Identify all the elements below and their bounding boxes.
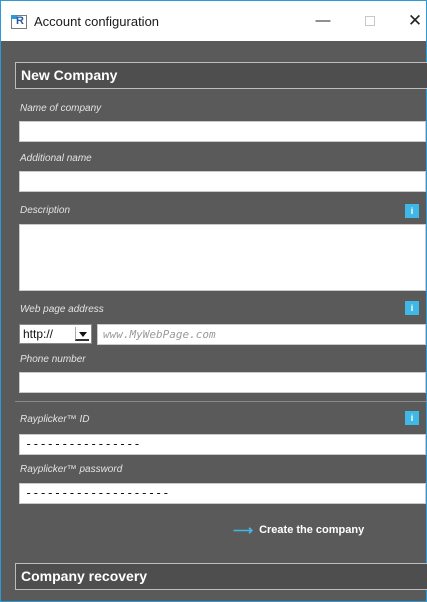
window-title: Account configuration: [34, 14, 160, 29]
protocol-select[interactable]: http://: [19, 324, 92, 344]
section-divider: [15, 401, 427, 402]
title-bar[interactable]: R Account configuration — ✕: [1, 1, 426, 41]
app-logo-letter: R: [16, 15, 24, 27]
additional-name-input[interactable]: [19, 171, 426, 192]
account-configuration-window: R Account configuration — ✕ New Company …: [0, 0, 427, 602]
rayplicker-password-input[interactable]: --------------------: [19, 483, 426, 504]
app-logo-icon: R: [11, 15, 27, 29]
phone-number-label: Phone number: [20, 354, 86, 365]
name-of-company-input[interactable]: [19, 121, 426, 142]
phone-number-input[interactable]: [19, 372, 426, 393]
chevron-down-icon[interactable]: [75, 327, 89, 341]
description-info-icon[interactable]: i: [405, 204, 419, 218]
create-company-label: Create the company: [259, 524, 365, 536]
company-recovery-header[interactable]: Company recovery: [15, 563, 427, 590]
description-textarea[interactable]: [19, 224, 426, 291]
web-page-address-label: Web page address: [20, 304, 104, 315]
rayplicker-id-input[interactable]: ----------------: [19, 434, 426, 455]
web-page-info-icon[interactable]: i: [405, 301, 419, 315]
description-label: Description: [20, 205, 71, 216]
minimize-button[interactable]: —: [307, 9, 339, 33]
name-of-company-label: Name of company: [20, 103, 102, 114]
arrow-right-icon: ⟶: [233, 522, 254, 539]
rayplicker-password-label: Rayplicker™ password: [20, 464, 123, 475]
rayplicker-id-info-icon[interactable]: i: [405, 411, 419, 425]
maximize-button[interactable]: [354, 9, 386, 33]
new-company-header[interactable]: New Company: [15, 62, 427, 89]
create-company-button[interactable]: ⟶ Create the company: [233, 521, 364, 539]
protocol-selected-value: http://: [23, 327, 54, 341]
close-button[interactable]: ✕: [399, 9, 427, 33]
additional-name-label: Additional name: [20, 153, 92, 164]
web-page-address-input[interactable]: www.MyWebPage.com: [97, 324, 426, 345]
maximize-icon: [365, 16, 375, 27]
rayplicker-id-label: Rayplicker™ ID: [20, 414, 90, 425]
